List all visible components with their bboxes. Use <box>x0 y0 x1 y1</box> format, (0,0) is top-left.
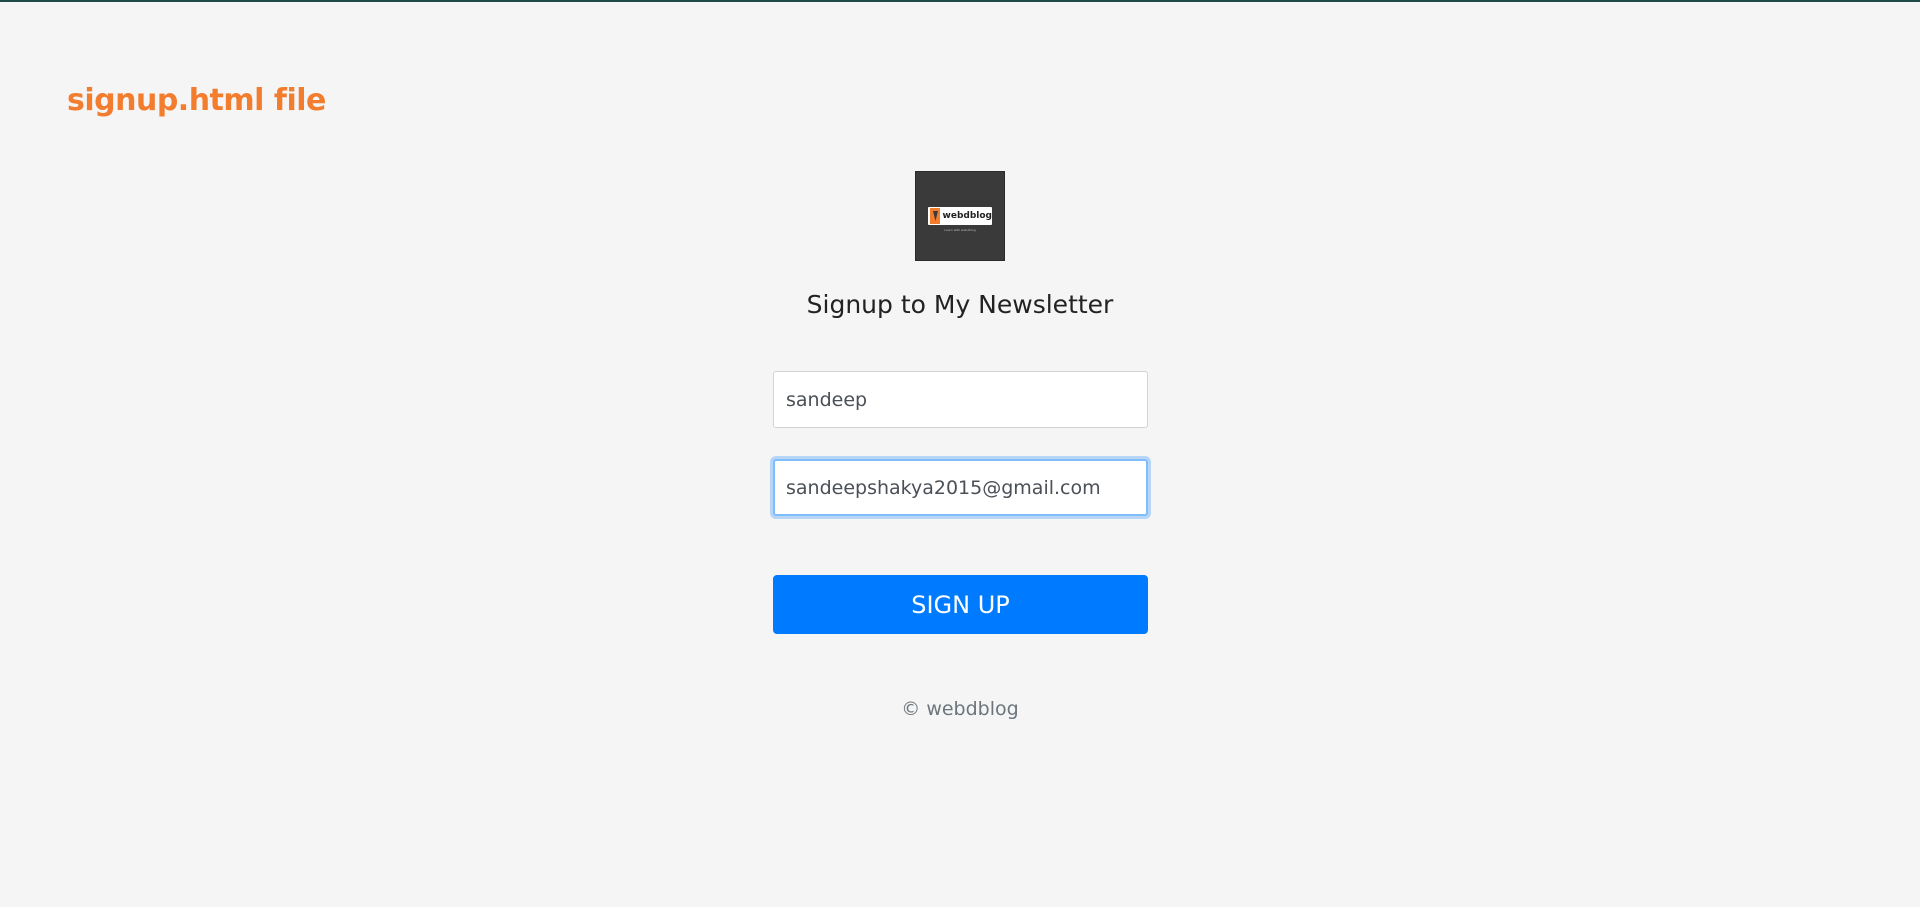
logo-badge: webdblog <box>928 207 992 225</box>
footer-copyright: © webdblog <box>901 698 1019 720</box>
webdblog-logo-icon <box>930 208 940 224</box>
signup-button[interactable]: SIGN UP <box>773 575 1148 634</box>
email-field[interactable] <box>773 459 1148 516</box>
brand-logo: webdblog Learn with webdblog <box>915 171 1005 261</box>
page-caption: signup.html file <box>67 83 326 118</box>
logo-text: webdblog <box>942 211 992 221</box>
name-field[interactable] <box>773 371 1148 428</box>
form-heading: Signup to My Newsletter <box>806 290 1114 319</box>
top-border <box>0 0 1920 2</box>
logo-tagline: Learn with webdblog <box>944 228 976 232</box>
